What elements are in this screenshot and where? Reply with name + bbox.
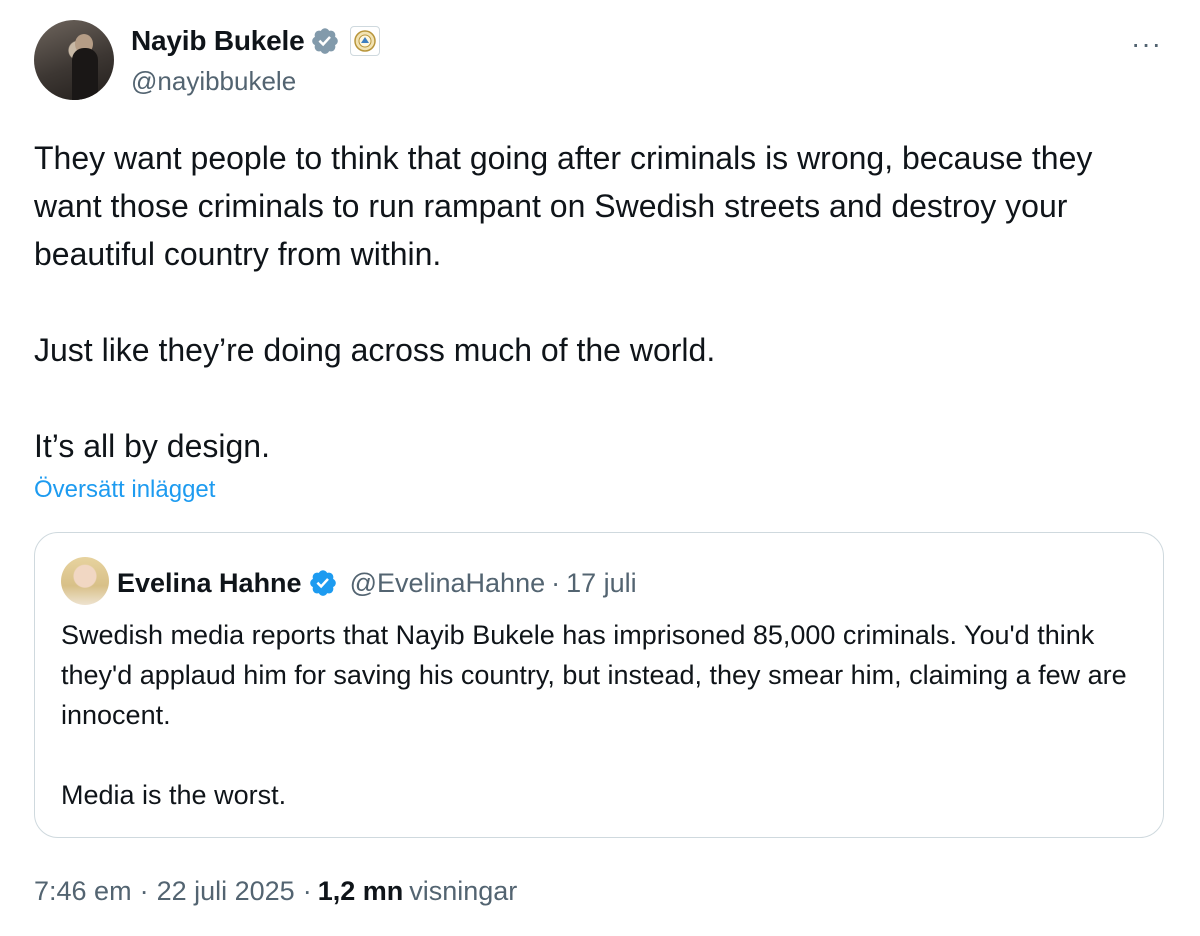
meta-separator: ·: [551, 567, 561, 598]
quoted-author-handle[interactable]: @EvelinaHahne: [350, 568, 546, 599]
post-time[interactable]: 7:46 em: [34, 876, 132, 907]
government-seal-icon: [350, 26, 381, 56]
verified-badge-icon[interactable]: [310, 26, 340, 56]
translate-post-link[interactable]: Översätt inlägget: [34, 476, 215, 504]
more-options-icon[interactable]: ···: [1131, 30, 1162, 58]
quoted-post-text: Swedish media reports that Nayib Bukele …: [61, 620, 1127, 810]
quoted-author-avatar[interactable]: [61, 557, 109, 605]
post-header: Nayib Bukele @nayibbukele ···: [34, 20, 1200, 102]
author-avatar[interactable]: [34, 20, 114, 100]
footer-separator: ·: [302, 876, 312, 906]
post-date[interactable]: 22 juli 2025: [157, 876, 295, 907]
quoted-post[interactable]: Evelina Hahne @EvelinaHahne · 17 juli Sw…: [34, 532, 1164, 838]
views-count[interactable]: 1,2 mn: [318, 876, 404, 907]
footer-separator: ·: [139, 876, 149, 906]
author-handle[interactable]: @nayibbukele: [131, 66, 296, 97]
quoted-author-name[interactable]: Evelina Hahne: [117, 568, 302, 599]
verified-badge-icon[interactable]: [308, 568, 338, 598]
author-name[interactable]: Nayib Bukele: [131, 25, 305, 57]
avatar-figure-shape: [72, 48, 98, 100]
quoted-post-header: Evelina Hahne @EvelinaHahne · 17 juli: [117, 563, 637, 603]
author-name-row: Nayib Bukele: [131, 22, 381, 60]
quoted-post-date[interactable]: 17 juli: [566, 568, 637, 599]
post-footer: 7:46 em · 22 juli 2025 · 1,2 mn visninga…: [34, 876, 517, 907]
views-label: visningar: [409, 876, 518, 906]
post-text: They want people to think that going aft…: [34, 140, 1093, 464]
